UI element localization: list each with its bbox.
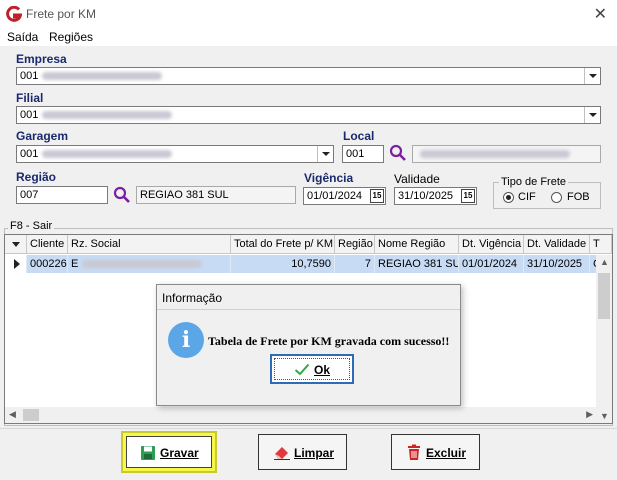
- garagem-label: Garagem: [16, 129, 69, 143]
- local-value: 001: [346, 148, 365, 160]
- cell-dt-validade[interactable]: 31/10/2025: [524, 255, 590, 273]
- empresa-label: Empresa: [16, 52, 67, 66]
- window-title: Frete por KM: [26, 7, 97, 21]
- radio-cif-label: CIF: [518, 191, 536, 203]
- empresa-select[interactable]: 001: [16, 67, 601, 85]
- close-icon[interactable]: ✕: [594, 4, 607, 24]
- rz-social-value: E: [71, 258, 79, 270]
- scroll-up-icon[interactable]: ▲: [600, 257, 609, 267]
- scroll-left-icon[interactable]: ◀: [9, 409, 16, 420]
- redacted-text: [42, 150, 173, 159]
- radio-cif[interactable]: [503, 192, 514, 203]
- scroll-right-icon[interactable]: ▶: [586, 409, 593, 420]
- tipo-frete-label: Tipo de Frete: [499, 176, 569, 188]
- chevron-down-icon[interactable]: [584, 68, 600, 84]
- local-code-input[interactable]: 001: [342, 145, 384, 163]
- info-dialog: Informação i Tabela de Frete por KM grav…: [156, 284, 461, 406]
- gravar-label: Gravar: [160, 446, 199, 460]
- garagem-select[interactable]: 001: [16, 145, 334, 163]
- chevron-down-icon[interactable]: [317, 146, 333, 162]
- column-header-t[interactable]: T: [590, 235, 612, 254]
- radio-fob-label: FOB: [567, 191, 590, 203]
- vertical-scrollbar[interactable]: ▲ ▼: [596, 255, 612, 423]
- filial-select[interactable]: 001: [16, 106, 601, 124]
- gravar-button[interactable]: Gravar: [121, 431, 217, 473]
- empresa-value: 001: [20, 70, 39, 82]
- grid-panel-label: F8 - Sair: [8, 220, 55, 232]
- row-pointer-icon: [14, 259, 20, 269]
- vigencia-label: Vigência: [304, 171, 354, 185]
- vigencia-value: 01/01/2024: [307, 190, 363, 202]
- vertical-scroll-thumb[interactable]: [598, 273, 610, 319]
- limpar-label: Limpar: [294, 446, 335, 460]
- regiao-label: Região: [16, 170, 57, 184]
- sort-down-icon: [12, 242, 20, 247]
- column-header-rz-social[interactable]: Rz. Social: [68, 235, 231, 254]
- redacted-text: [42, 72, 163, 81]
- title-bar: Frete por KM ✕: [0, 0, 617, 28]
- vigencia-date-input[interactable]: 01/01/2024 15: [303, 187, 386, 205]
- redacted-text: [420, 150, 570, 159]
- chevron-down-icon[interactable]: [584, 107, 600, 123]
- column-header-cliente[interactable]: Cliente: [27, 235, 68, 254]
- app-logo-icon: [6, 6, 22, 22]
- excluir-button[interactable]: Excluir: [391, 434, 480, 470]
- checkmark-icon: [294, 363, 310, 376]
- validade-value: 31/10/2025: [398, 190, 454, 202]
- regiao-name-field: REGIAO 381 SUL: [136, 186, 296, 204]
- cell-total[interactable]: 10,7590: [231, 255, 335, 273]
- horizontal-scroll-thumb[interactable]: [23, 409, 39, 421]
- regiao-code-input[interactable]: 007: [16, 186, 108, 204]
- menu-regioes[interactable]: Regiões: [49, 30, 93, 44]
- cell-cliente[interactable]: 000226: [27, 255, 68, 273]
- cell-rz-social[interactable]: E: [68, 255, 231, 273]
- column-header-regiao[interactable]: Região: [335, 235, 375, 254]
- column-header-dt-vigencia[interactable]: Dt. Vigência: [459, 235, 524, 254]
- cell-regiao[interactable]: 7: [335, 255, 375, 273]
- menu-saida[interactable]: Saída: [7, 30, 38, 44]
- cell-nome-regiao[interactable]: REGIAO 381 SUL: [375, 255, 459, 273]
- ok-button[interactable]: Ok: [270, 354, 354, 384]
- validade-date-input[interactable]: 31/10/2025 15: [394, 187, 477, 205]
- column-header-dt-validade[interactable]: Dt. Validade: [524, 235, 590, 254]
- regiao-value: 007: [20, 189, 39, 201]
- info-icon: i: [168, 322, 204, 358]
- excluir-label: Excluir: [426, 446, 467, 460]
- redacted-text: [82, 260, 203, 269]
- calendar-icon[interactable]: 15: [461, 189, 475, 203]
- trash-icon: [408, 444, 420, 460]
- scroll-down-icon[interactable]: ▼: [600, 411, 609, 421]
- search-icon[interactable]: [389, 144, 407, 162]
- regiao-name: REGIAO 381 SUL: [140, 189, 229, 201]
- calendar-icon[interactable]: 15: [370, 189, 384, 203]
- column-header-nome-regiao[interactable]: Nome Região: [375, 235, 459, 254]
- menu-bar: Saída Regiões: [0, 28, 617, 46]
- filial-value: 001: [20, 109, 39, 121]
- dialog-title: Informação: [162, 291, 223, 305]
- save-icon: [141, 446, 155, 460]
- filial-label: Filial: [16, 91, 44, 105]
- column-header-total[interactable]: Total do Frete p/ KM: [231, 235, 335, 254]
- horizontal-scrollbar[interactable]: ◀ ▶: [5, 407, 597, 423]
- dialog-divider: [157, 309, 460, 310]
- row-pointer: [5, 255, 27, 273]
- limpar-button[interactable]: Limpar: [258, 434, 347, 470]
- local-name-field: [412, 145, 601, 163]
- local-label: Local: [343, 129, 375, 143]
- ok-focus-ring: [274, 358, 350, 380]
- ok-label: Ok: [314, 363, 331, 377]
- redacted-text: [42, 111, 173, 120]
- dialog-message: Tabela de Frete por KM gravada com suces…: [208, 334, 450, 348]
- validade-label: Validade: [394, 172, 440, 186]
- cell-dt-vigencia[interactable]: 01/01/2024: [459, 255, 524, 273]
- garagem-value: 001: [20, 148, 39, 160]
- search-icon[interactable]: [113, 186, 131, 204]
- radio-fob[interactable]: [551, 192, 562, 203]
- eraser-icon: [274, 447, 290, 460]
- row-indicator-header[interactable]: [5, 235, 27, 254]
